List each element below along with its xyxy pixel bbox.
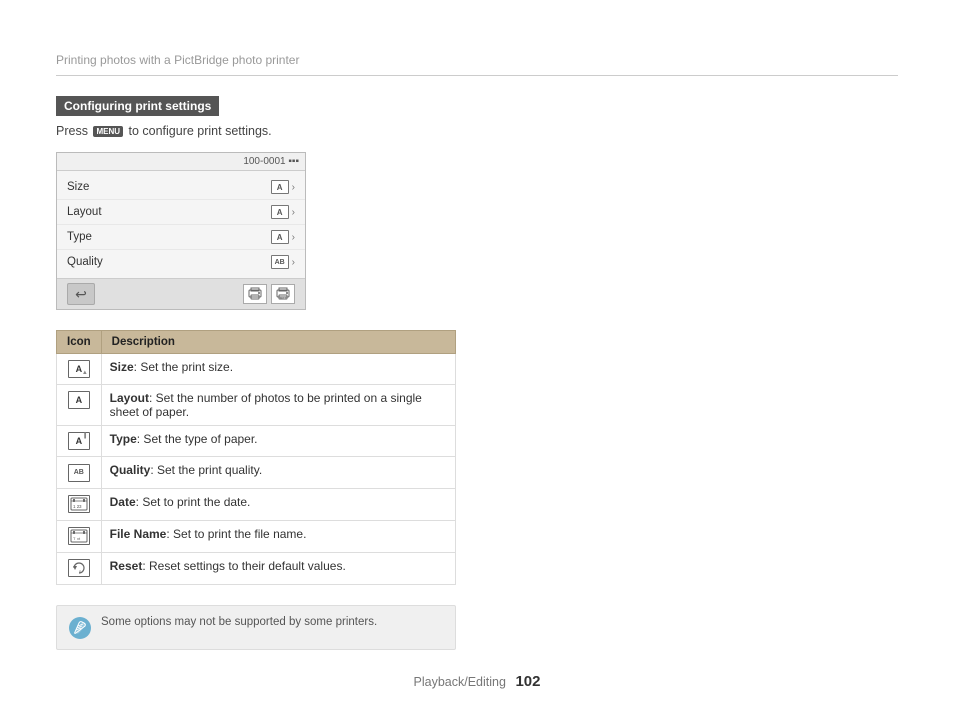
size-desc-bold: Size [110, 360, 134, 374]
table-row: AB Quality: Set the print quality. [57, 457, 456, 489]
col-header-icon: Icon [57, 331, 102, 354]
table-row: 1 2 3 Date: Set to print the date. [57, 488, 456, 520]
row-desc-date: Date: Set to print the date. [101, 488, 455, 520]
layout-icon: A [271, 205, 289, 219]
type-desc: : Set the type of paper. [137, 432, 258, 446]
topbar-filename: 100-0001 [243, 156, 285, 167]
svg-text:ALL: ALL [280, 295, 288, 300]
row-icon-cell: AB [57, 457, 102, 489]
row-desc-layout: Layout: Set the number of photos to be p… [101, 385, 455, 426]
camera-back-button[interactable]: ↩ [67, 283, 95, 305]
print-single-icon [243, 284, 267, 304]
table-row: A ▲ Size: Set the print size. [57, 354, 456, 385]
camera-menu-item-layout: Layout A › [57, 200, 305, 225]
footer-page: 102 [515, 673, 540, 690]
layout-chevron: › [292, 207, 295, 218]
type-icon: A [271, 230, 289, 244]
size-icon: A [271, 180, 289, 194]
quality-desc: : Set the print quality. [150, 463, 262, 477]
row-icon-cell: T xt [57, 520, 102, 552]
reset-desc: : Reset settings to their default values… [142, 559, 345, 573]
quality-icon: AB [271, 255, 289, 269]
row-desc-reset: Reset: Reset settings to their default v… [101, 552, 455, 584]
row-icon-cell: A ▲ [57, 354, 102, 385]
table-row: A Layout: Set the number of photos to be… [57, 385, 456, 426]
camera-menu-item-quality: Quality AB › [57, 250, 305, 274]
page-footer: Playback/Editing 102 [0, 673, 954, 690]
page-container: Printing photos with a PictBridge photo … [0, 0, 954, 720]
row-desc-quality: Quality: Set the print quality. [101, 457, 455, 489]
camera-item-layout-left: Layout [67, 206, 102, 218]
table-row: T xt File Name: Set to print the file na… [57, 520, 456, 552]
note-box: Some options may not be supported by som… [56, 605, 456, 650]
reset-row-icon: 0 [68, 559, 90, 577]
layout-row-icon: A [68, 391, 90, 409]
note-text: Some options may not be supported by som… [101, 616, 377, 628]
quality-row-icon: AB [68, 464, 90, 482]
filename-desc: : Set to print the file name. [166, 527, 306, 541]
print-all-icon: ALL [271, 284, 295, 304]
filename-row-icon: T xt [68, 527, 90, 545]
type-label: Type [67, 231, 92, 243]
layout-desc: : Set the number of photos to be printed… [110, 391, 422, 419]
row-icon-cell: A [57, 385, 102, 426]
size-row-icon: A ▲ [68, 360, 90, 378]
reset-desc-bold: Reset [110, 559, 143, 573]
row-desc-filename: File Name: Set to print the file name. [101, 520, 455, 552]
type-row-icon: A ▌ [68, 432, 90, 450]
layout-desc-bold: Layout [110, 391, 149, 405]
camera-menu-item-size: Size A › [57, 175, 305, 200]
menu-icon: MENU [93, 126, 123, 137]
layout-right: A › [271, 205, 295, 219]
quality-right: AB › [271, 255, 295, 269]
svg-text:xt: xt [77, 536, 81, 541]
topbar-battery: ▪▪▪ [288, 156, 299, 167]
size-right: A › [271, 180, 295, 194]
press-instruction: Press MENU to configure print settings. [56, 124, 898, 138]
table-row: 0 Reset: Reset settings to their default… [57, 552, 456, 584]
layout-label: Layout [67, 206, 102, 218]
camera-topbar: 100-0001 ▪▪▪ [57, 153, 305, 171]
size-desc: : Set the print size. [134, 360, 233, 374]
camera-bottom-bar: ↩ [57, 278, 305, 309]
row-icon-cell: 0 [57, 552, 102, 584]
type-chevron: › [292, 232, 295, 243]
page-header-title: Printing photos with a PictBridge photo … [56, 53, 299, 67]
camera-item-size-left: Size [67, 181, 89, 193]
date-desc: : Set to print the date. [136, 495, 251, 509]
camera-ui: 100-0001 ▪▪▪ Size A › Layout [56, 152, 898, 310]
date-row-icon: 1 2 3 [68, 495, 90, 513]
size-label: Size [67, 181, 89, 193]
type-right: A › [271, 230, 295, 244]
row-desc-type: Type: Set the type of paper. [101, 426, 455, 457]
camera-item-type-left: Type [67, 231, 92, 243]
page-header: Printing photos with a PictBridge photo … [56, 0, 898, 76]
print-icons: ALL [243, 284, 295, 304]
note-icon [69, 617, 91, 639]
quality-chevron: › [292, 257, 295, 268]
camera-screen: 100-0001 ▪▪▪ Size A › Layout [56, 152, 306, 310]
camera-menu-items: Size A › Layout A › [57, 171, 305, 278]
quality-label: Quality [67, 256, 103, 268]
row-icon-cell: 1 2 3 [57, 488, 102, 520]
date-desc-bold: Date [110, 495, 136, 509]
svg-text:0: 0 [79, 569, 82, 574]
col-header-description: Description [101, 331, 455, 354]
section-heading: Configuring print settings [56, 96, 219, 116]
instruction-press: Press [56, 124, 88, 138]
svg-text:3: 3 [79, 504, 82, 509]
footer-label: Playback/Editing [414, 675, 506, 689]
instruction-suffix: to configure print settings. [128, 124, 271, 138]
row-desc-size: Size: Set the print size. [101, 354, 455, 385]
size-chevron: › [292, 182, 295, 193]
type-desc-bold: Type [110, 432, 137, 446]
row-icon-cell: A ▌ [57, 426, 102, 457]
quality-desc-bold: Quality [110, 463, 151, 477]
camera-item-quality-left: Quality [67, 256, 103, 268]
camera-menu-item-type: Type A › [57, 225, 305, 250]
filename-desc-bold: File Name [110, 527, 167, 541]
table-row: A ▌ Type: Set the type of paper. [57, 426, 456, 457]
svg-text:T: T [73, 536, 76, 541]
info-table: Icon Description A ▲ Size: Set the print… [56, 330, 456, 585]
